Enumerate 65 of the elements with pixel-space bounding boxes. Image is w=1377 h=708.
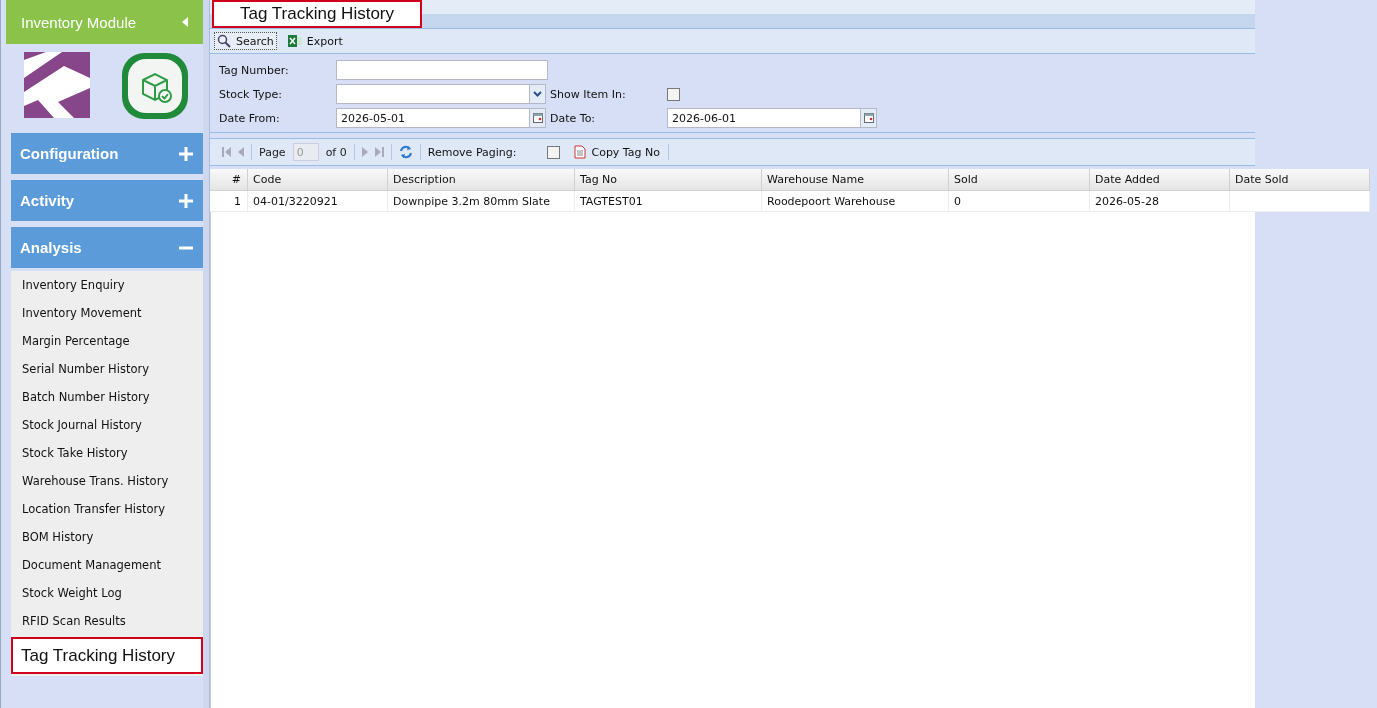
next-page-icon[interactable]: [361, 147, 368, 157]
page-count: of 0: [325, 145, 347, 159]
page-label: Page: [259, 145, 286, 159]
calendar-icon: [532, 113, 543, 123]
menu-item[interactable]: Location Transfer History: [11, 495, 203, 523]
column-header[interactable]: Date Added: [1090, 169, 1230, 190]
menu-item[interactable]: Inventory Movement: [11, 299, 203, 327]
menu-item[interactable]: Stock Take History: [11, 439, 203, 467]
menu-item[interactable]: RFID Scan Results: [11, 607, 203, 635]
table-cell: TAGTEST01: [575, 191, 762, 211]
package-check-icon: [121, 52, 189, 120]
export-button[interactable]: Export: [284, 32, 346, 50]
search-icon: [217, 34, 231, 48]
document-icon: [574, 145, 587, 159]
menu-item[interactable]: Serial Number History: [11, 355, 203, 383]
show-item-in-checkbox[interactable]: [667, 87, 680, 101]
column-header[interactable]: Warehouse Name: [762, 169, 949, 190]
last-page-icon[interactable]: [374, 147, 384, 157]
module-title: Inventory Module: [21, 13, 137, 31]
search-button[interactable]: Search: [214, 32, 277, 50]
menu-item[interactable]: Batch Number History: [11, 383, 203, 411]
field-label: Tag Number:: [219, 63, 290, 77]
spreadsheet-icon: [287, 34, 302, 48]
table-cell: 2026-05-28: [1090, 191, 1230, 211]
menu-item[interactable]: Document Management: [11, 551, 203, 579]
column-header[interactable]: Sold: [949, 169, 1090, 190]
menu-item[interactable]: Stock Journal History: [11, 411, 203, 439]
plus-icon: [179, 193, 193, 208]
copy-tag-button[interactable]: Copy Tag No: [573, 144, 661, 160]
menu-item[interactable]: Inventory Enquiry: [11, 271, 203, 299]
chevron-down-icon: [533, 91, 542, 97]
refresh-icon[interactable]: [398, 145, 413, 159]
field-label: Stock Type:: [219, 87, 283, 101]
tag-number-field[interactable]: [336, 60, 548, 80]
column-header[interactable]: Date Sold: [1230, 169, 1370, 190]
menu-item[interactable]: Warehouse Trans. History: [11, 467, 203, 495]
table-cell: Downpipe 3.2m 80mm Slate: [388, 191, 575, 211]
calendar-icon: [863, 113, 874, 123]
panel-title: Tag Tracking History: [212, 0, 422, 28]
plus-icon: [179, 146, 193, 161]
first-page-icon[interactable]: [222, 147, 231, 157]
column-header[interactable]: Description: [388, 169, 575, 190]
table-cell: 04-01/3220921: [248, 191, 388, 211]
previous-page-icon[interactable]: [238, 147, 244, 157]
menu-item[interactable]: BOM History: [11, 523, 203, 551]
menu-item[interactable]: Stock Weight Log: [11, 579, 203, 607]
menu-item[interactable]: Margin Percentage: [11, 327, 203, 355]
menu-item[interactable]: Tag Tracking History: [11, 637, 203, 674]
column-header[interactable]: Tag No: [575, 169, 762, 190]
date-from-field[interactable]: 2026-05-01: [336, 108, 546, 128]
stock-type-dropdown[interactable]: [336, 84, 546, 104]
column-header[interactable]: #: [210, 169, 248, 190]
column-header[interactable]: Code: [248, 169, 388, 190]
date-to-field[interactable]: 2026-06-01: [667, 108, 877, 128]
row-number: 1: [210, 191, 248, 211]
field-label: Date To:: [550, 111, 597, 125]
collapse-arrow-icon[interactable]: [182, 17, 189, 27]
remove-paging-checkbox[interactable]: [547, 145, 561, 159]
field-label: Show Item In:: [550, 87, 627, 101]
field-label: Date From:: [219, 111, 281, 125]
table-cell: Roodepoort Warehouse: [762, 191, 949, 211]
table-cell: 0: [949, 191, 1090, 211]
company-logo-icon: [24, 52, 90, 118]
remove-paging-label: Remove Paging:: [427, 145, 517, 159]
splitter-bar[interactable]: [203, 0, 210, 708]
